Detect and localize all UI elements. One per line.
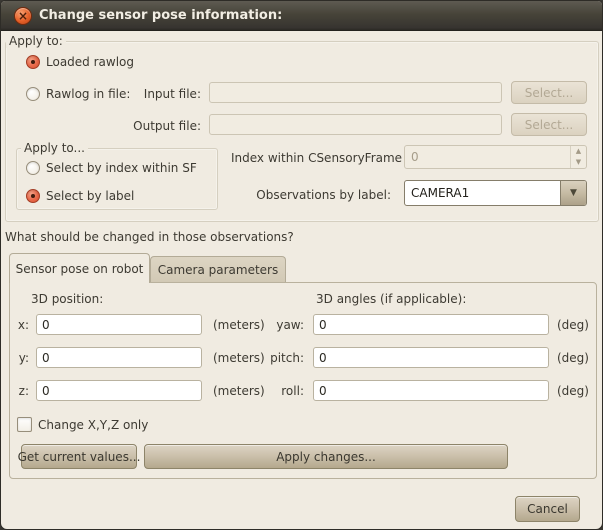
tab-camera-parameters[interactable]: Camera parameters bbox=[150, 256, 286, 282]
apply-changes-button[interactable]: Apply changes... bbox=[144, 444, 508, 469]
question-label: What should be changed in those observat… bbox=[5, 230, 294, 244]
y-label: y: bbox=[11, 351, 29, 365]
z-label: z: bbox=[11, 384, 29, 398]
x-label: x: bbox=[11, 318, 29, 332]
index-within-csensoryframe-label: Index within CSensoryFrame bbox=[231, 151, 391, 165]
change-xyz-only-checkbox[interactable] bbox=[17, 417, 32, 432]
roll-field[interactable] bbox=[313, 380, 549, 401]
input-file-label: Input file: bbox=[121, 87, 201, 101]
tab-sensor-pose[interactable]: Sensor pose on robot bbox=[9, 253, 150, 283]
radio-rawlog-in-file[interactable] bbox=[26, 87, 40, 101]
roll-unit-label: (deg) bbox=[557, 384, 589, 398]
x-field[interactable] bbox=[36, 314, 202, 335]
radio-select-by-label[interactable] bbox=[26, 189, 40, 203]
close-icon: × bbox=[15, 8, 31, 24]
output-file-field[interactable] bbox=[209, 114, 502, 135]
index-spinner-buttons: ▲ ▼ bbox=[570, 146, 586, 168]
input-file-select-button[interactable]: Select... bbox=[511, 81, 587, 104]
titlebar[interactable]: × Change sensor pose information: bbox=[1, 1, 602, 31]
z-field[interactable] bbox=[36, 380, 202, 401]
radio-select-by-label-label: Select by label bbox=[46, 189, 134, 203]
roll-label: roll: bbox=[256, 384, 304, 398]
get-current-values-button[interactable]: Get current values... bbox=[21, 444, 137, 469]
radio-loaded-rawlog-label: Loaded rawlog bbox=[46, 55, 134, 69]
pitch-unit-label: (deg) bbox=[557, 351, 589, 365]
angles-header: 3D angles (if applicable): bbox=[316, 292, 466, 306]
tab-camera-parameters-label: Camera parameters bbox=[158, 263, 279, 277]
change-xyz-only-label: Change X,Y,Z only bbox=[38, 418, 148, 432]
observations-by-label-label: Observations by label: bbox=[231, 188, 391, 202]
observations-combobox-value: CAMERA1 bbox=[411, 186, 469, 200]
pitch-label: pitch: bbox=[256, 351, 304, 365]
position-header: 3D position: bbox=[31, 292, 103, 306]
yaw-label: yaw: bbox=[256, 318, 304, 332]
radio-select-by-index-label: Select by index within SF bbox=[46, 161, 197, 175]
spinner-down-icon[interactable]: ▼ bbox=[571, 157, 586, 168]
output-file-select-button[interactable]: Select... bbox=[511, 113, 587, 136]
input-file-field[interactable] bbox=[209, 82, 502, 103]
index-spinner[interactable]: 0 ▲ ▼ bbox=[404, 145, 587, 169]
combobox-dropdown-button[interactable]: ▼ bbox=[560, 181, 586, 205]
pitch-field[interactable] bbox=[313, 347, 549, 368]
apply-to-group-label: Apply to: bbox=[6, 34, 66, 48]
radio-loaded-rawlog[interactable] bbox=[26, 55, 40, 69]
window-title: Change sensor pose information: bbox=[39, 8, 282, 23]
observations-combobox[interactable]: CAMERA1 ▼ bbox=[404, 180, 587, 206]
index-spinner-value: 0 bbox=[411, 150, 419, 164]
yaw-field[interactable] bbox=[313, 314, 549, 335]
yaw-unit-label: (deg) bbox=[557, 318, 589, 332]
y-field[interactable] bbox=[36, 347, 202, 368]
apply-to-subgroup-label: Apply to... bbox=[21, 141, 88, 155]
close-button[interactable]: × bbox=[14, 7, 32, 25]
output-file-label: Output file: bbox=[111, 119, 201, 133]
radio-rawlog-in-file-label: Rawlog in file: bbox=[46, 87, 130, 101]
cancel-button[interactable]: Cancel bbox=[515, 496, 580, 522]
radio-select-by-index[interactable] bbox=[26, 161, 40, 175]
chevron-down-icon: ▼ bbox=[570, 189, 577, 198]
spinner-up-icon[interactable]: ▲ bbox=[571, 146, 586, 157]
tab-sensor-pose-label: Sensor pose on robot bbox=[16, 262, 144, 276]
dialog-window: × Change sensor pose information: Apply … bbox=[0, 0, 603, 530]
